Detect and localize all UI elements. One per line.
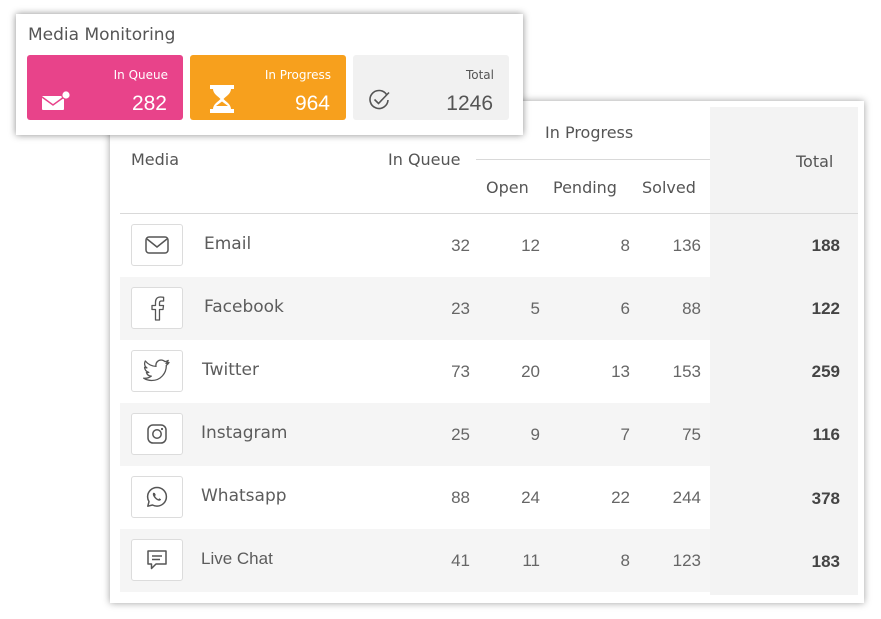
tile-value: 964 bbox=[294, 92, 330, 115]
solved-value: 136 bbox=[672, 236, 701, 255]
solved-value: 153 bbox=[672, 362, 701, 381]
header-media: Media bbox=[131, 150, 180, 169]
tile-value: 1246 bbox=[446, 92, 493, 115]
tile-value: 282 bbox=[131, 92, 167, 115]
tile-label: In Queue bbox=[113, 68, 168, 82]
open-value: 24 bbox=[521, 488, 540, 507]
total-value: 378 bbox=[811, 489, 840, 508]
media-name: Email bbox=[204, 234, 252, 254]
media-monitoring-widget: Media Monitoring In Queue 282 In Progres… bbox=[16, 14, 523, 135]
instagram-icon bbox=[131, 413, 183, 455]
header-in-queue: In Queue bbox=[388, 150, 461, 169]
envelope-notification-icon bbox=[41, 90, 71, 116]
total-column-background bbox=[710, 107, 858, 595]
total-value: 259 bbox=[811, 362, 840, 381]
total-value: 188 bbox=[811, 236, 840, 255]
in-queue-value: 73 bbox=[451, 362, 470, 381]
solved-value: 123 bbox=[672, 551, 701, 570]
table-row[interactable]: Facebook 23 5 6 88 bbox=[120, 277, 710, 340]
twitter-icon bbox=[131, 350, 183, 392]
media-name: Live Chat bbox=[201, 549, 273, 568]
header-total: Total bbox=[796, 152, 834, 171]
table-row[interactable]: Email 32 12 8 136 bbox=[120, 214, 710, 277]
check-circle-icon bbox=[368, 89, 392, 115]
media-name: Instagram bbox=[201, 423, 288, 443]
open-value: 11 bbox=[522, 551, 540, 570]
pending-value: 7 bbox=[620, 425, 630, 444]
in-progress-tile[interactable]: In Progress 964 bbox=[190, 55, 346, 120]
in-queue-value: 32 bbox=[451, 236, 470, 255]
in-queue-tile[interactable]: In Queue 282 bbox=[27, 55, 183, 120]
in-queue-value: 23 bbox=[451, 299, 470, 318]
media-name: Whatsapp bbox=[201, 486, 287, 506]
in-queue-value: 41 bbox=[451, 551, 470, 570]
tile-label: In Progress bbox=[264, 68, 331, 82]
total-value: 116 bbox=[812, 425, 840, 444]
table-row[interactable]: Twitter 73 20 13 153 bbox=[120, 340, 710, 403]
hourglass-icon bbox=[208, 84, 236, 118]
total-value: 122 bbox=[811, 299, 840, 318]
header-in-progress: In Progress bbox=[545, 123, 634, 142]
open-value: 12 bbox=[521, 236, 540, 255]
in-queue-value: 88 bbox=[451, 488, 470, 507]
total-value: 183 bbox=[811, 552, 840, 571]
whatsapp-icon bbox=[131, 476, 183, 518]
media-name: Facebook bbox=[204, 297, 284, 317]
pending-value: 8 bbox=[620, 551, 630, 570]
media-name: Twitter bbox=[202, 360, 259, 380]
media-table: Media In Queue In Progress Open Pending … bbox=[110, 101, 864, 603]
solved-value: 75 bbox=[682, 425, 701, 444]
table-row[interactable]: Whatsapp 88 24 22 244 bbox=[120, 466, 710, 529]
widget-title: Media Monitoring bbox=[28, 25, 176, 45]
header-open: Open bbox=[486, 178, 529, 197]
in-queue-value: 25 bbox=[451, 425, 470, 444]
facebook-icon bbox=[131, 287, 183, 329]
open-value: 20 bbox=[521, 362, 540, 381]
pending-value: 22 bbox=[611, 488, 630, 507]
total-tile[interactable]: Total 1246 bbox=[353, 55, 509, 120]
chat-icon bbox=[131, 539, 183, 581]
solved-value: 88 bbox=[682, 299, 701, 318]
tile-label: Total bbox=[465, 68, 494, 82]
pending-value: 6 bbox=[620, 299, 630, 318]
solved-value: 244 bbox=[672, 488, 701, 507]
envelope-icon bbox=[131, 224, 183, 266]
header-pending: Pending bbox=[553, 178, 617, 197]
pending-value: 13 bbox=[611, 362, 630, 381]
pending-value: 8 bbox=[620, 236, 630, 255]
header-group-divider bbox=[476, 159, 710, 160]
open-value: 5 bbox=[530, 299, 540, 318]
table-row[interactable]: Instagram 25 9 7 75 bbox=[120, 403, 710, 466]
header-solved: Solved bbox=[642, 178, 696, 197]
open-value: 9 bbox=[530, 425, 540, 444]
table-row[interactable]: Live Chat 41 11 8 123 bbox=[120, 529, 710, 592]
